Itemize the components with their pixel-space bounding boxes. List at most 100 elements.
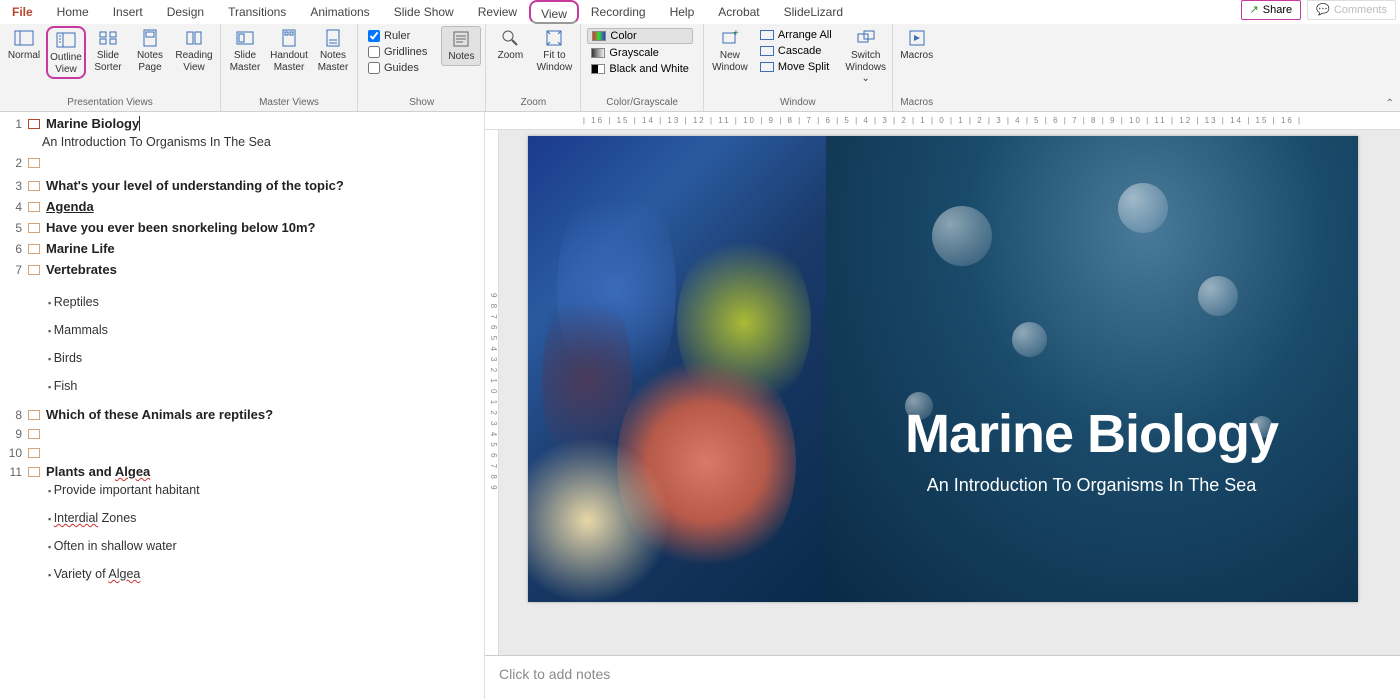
tab-slideshow[interactable]: Slide Show [382,0,466,24]
slide-content-right: Marine Biology An Introduction To Organi… [826,136,1358,602]
notes-pane[interactable]: Click to add notes [485,655,1400,699]
slide-icon[interactable] [28,119,40,129]
slide11-title[interactable]: Plants and Algea [46,464,150,479]
slide-icon[interactable] [28,265,40,275]
slide-canvas-area: | 16 | 15 | 14 | 13 | 12 | 11 | 10 | 9 |… [485,112,1400,699]
slide11-bullet[interactable]: Interdial Zones [48,511,476,525]
macros-button[interactable]: Macros [897,26,937,64]
gridlines-checkbox[interactable]: Gridlines [368,46,427,58]
new-window-button[interactable]: + New Window [708,26,752,75]
tab-recording[interactable]: Recording [579,0,658,24]
group-show: Ruler Gridlines Guides Notes Show [358,24,486,111]
color-swatch-icon [592,31,606,41]
slide-preview[interactable]: Marine Biology An Introduction To Organi… [528,136,1358,602]
slide7-bullet[interactable]: Mammals [48,323,476,337]
group-label: Show [362,97,481,111]
slide-sorter-button[interactable]: Slide Sorter [88,26,128,75]
group-window: + New Window Arrange All Cascade Move Sp… [704,24,893,111]
tab-insert[interactable]: Insert [101,0,155,24]
slide7-bullet[interactable]: Fish [48,379,476,393]
cascade-button[interactable]: Cascade [756,44,836,58]
group-label: Presentation Views [4,97,216,111]
horizontal-ruler: | 16 | 15 | 14 | 13 | 12 | 11 | 10 | 9 |… [485,112,1400,130]
comments-label: Comments [1334,0,1387,20]
slide-icon[interactable] [28,429,40,439]
cascade-icon [760,46,774,56]
tab-acrobat[interactable]: Acrobat [706,0,771,24]
notes-master-button[interactable]: Notes Master [313,26,353,75]
slide-icon[interactable] [28,410,40,420]
outline-pane[interactable]: 1Marine Biology An Introduction To Organ… [0,112,485,699]
notes-toggle-button[interactable]: Notes [441,26,481,66]
slide-image-left [528,136,826,602]
slide-icon[interactable] [28,202,40,212]
slide1-subtitle[interactable]: An Introduction To Organisms In The Sea [42,135,476,149]
tab-file[interactable]: File [0,0,45,24]
gray-swatch-icon [591,48,605,58]
slide-master-icon [235,28,255,48]
tab-slidelizard[interactable]: SlideLizard [772,0,855,24]
slide11-bullet[interactable]: Variety of Algea [48,567,476,581]
notes-page-button[interactable]: Notes Page [130,26,170,75]
slide5-title[interactable]: Have you ever been snorkeling below 10m? [46,220,315,235]
slide7-bullet[interactable]: Reptiles [48,295,476,309]
slide4-title[interactable]: Agenda [46,199,94,214]
slide-icon[interactable] [28,223,40,233]
comments-button[interactable]: 💬 Comments [1307,0,1396,20]
share-label: Share [1263,0,1292,20]
grayscale-mode-button[interactable]: Grayscale [587,46,692,60]
zoom-button[interactable]: Zoom [490,26,530,64]
group-label: Zoom [490,97,576,111]
tab-animations[interactable]: Animations [298,0,381,24]
fit-to-window-button[interactable]: Fit to Window [532,26,576,75]
normal-view-icon [14,28,34,48]
switch-windows-button[interactable]: Switch Windows ⌄ [844,26,888,87]
slide-icon[interactable] [28,467,40,477]
handout-master-button[interactable]: Handout Master [267,26,311,75]
slide-icon[interactable] [28,244,40,254]
tab-transitions[interactable]: Transitions [216,0,298,24]
bw-mode-button[interactable]: Black and White [587,62,692,76]
comments-icon: 💬 [1316,0,1330,20]
tab-view[interactable]: View [529,0,579,24]
group-macros: Macros Macros [893,24,941,111]
tab-help[interactable]: Help [658,0,707,24]
slide11-bullet[interactable]: Provide important habitant [48,483,476,497]
svg-text:+: + [733,28,739,39]
switch-windows-icon [856,28,876,48]
tab-design[interactable]: Design [155,0,216,24]
tab-home[interactable]: Home [45,0,101,24]
group-master-views: Slide Master Handout Master Notes Master… [221,24,358,111]
slide11-bullet[interactable]: Often in shallow water [48,539,476,553]
group-presentation-views: Normal Outline View Slide Sorter Notes P… [0,24,221,111]
outline-view-button[interactable]: Outline View [46,26,86,79]
bw-swatch-icon [591,64,605,74]
zoom-icon [500,28,520,48]
move-split-button[interactable]: Move Split [756,60,836,74]
slide8-title[interactable]: Which of these Animals are reptiles? [46,407,273,422]
guides-checkbox[interactable]: Guides [368,62,427,74]
reading-view-button[interactable]: Reading View [172,26,216,75]
menu-bar: File Home Insert Design Transitions Anim… [0,0,1400,24]
arrange-all-button[interactable]: Arrange All [756,28,836,42]
tab-review[interactable]: Review [466,0,529,24]
slide-icon[interactable] [28,158,40,168]
ruler-checkbox[interactable]: Ruler [368,30,427,42]
slide6-title[interactable]: Marine Life [46,241,115,256]
slide-icon[interactable] [28,448,40,458]
slide3-title[interactable]: What's your level of understanding of th… [46,178,344,193]
slide1-title[interactable]: Marine Biology [46,116,140,131]
share-icon: ↗ [1250,0,1259,20]
slide7-title[interactable]: Vertebrates [46,262,117,277]
slide-master-button[interactable]: Slide Master [225,26,265,75]
group-color-grayscale: Color Grayscale Black and White Color/Gr… [581,24,703,111]
normal-view-button[interactable]: Normal [4,26,44,64]
notes-master-icon [323,28,343,48]
vertical-ruler: 9 8 7 6 5 4 3 2 1 0 1 2 3 4 5 6 7 8 9 [485,130,499,655]
group-label: Macros [897,97,937,111]
slide7-bullet[interactable]: Birds [48,351,476,365]
color-mode-button[interactable]: Color [587,28,692,44]
collapse-ribbon-icon[interactable]: ⌃ [1386,98,1394,109]
share-button[interactable]: ↗ Share [1241,0,1302,20]
slide-icon[interactable] [28,181,40,191]
